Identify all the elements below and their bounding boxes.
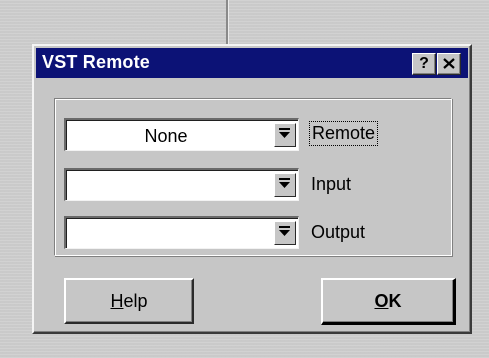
output-label: Output [311, 222, 366, 242]
dropdown-arrow-icon [279, 128, 290, 138]
remote-label: Remote [308, 121, 379, 146]
remote-combo-value: None [144, 126, 188, 146]
help-button-label: elp [123, 291, 148, 311]
desktop-divider [226, 0, 229, 48]
ok-button-mnemonic: O [374, 291, 389, 311]
dropdown-arrow-icon [279, 226, 290, 236]
output-dropdown-button[interactable] [274, 221, 296, 245]
help-button-mnemonic: H [110, 291, 124, 311]
title-bar[interactable]: VST Remote ? [36, 48, 468, 78]
vst-remote-dialog: VST Remote ? None Remote Input Output He… [32, 44, 472, 334]
help-button[interactable]: Help [64, 278, 194, 324]
close-button[interactable] [437, 53, 461, 75]
input-combo[interactable] [64, 168, 299, 201]
input-label: Input [311, 174, 352, 194]
ok-button-label: K [388, 291, 402, 311]
context-help-button[interactable]: ? [412, 53, 436, 75]
close-icon [443, 58, 455, 69]
remote-combo[interactable]: None [64, 118, 299, 151]
remote-dropdown-button[interactable] [274, 123, 296, 147]
output-combo[interactable] [64, 216, 299, 249]
dialog-title: VST Remote [42, 52, 151, 72]
ok-button[interactable]: OK [321, 278, 456, 325]
dropdown-arrow-icon [279, 178, 290, 188]
input-dropdown-button[interactable] [274, 173, 296, 197]
question-mark-icon: ? [419, 55, 429, 72]
